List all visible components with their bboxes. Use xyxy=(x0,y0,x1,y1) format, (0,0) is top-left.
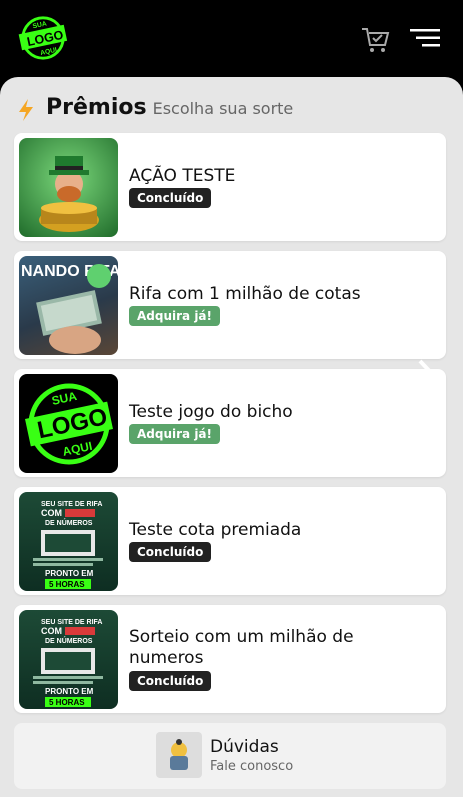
section-header: Prêmios Escolha sua sorte xyxy=(16,95,293,125)
section-subtitle: Escolha sua sorte xyxy=(152,99,294,118)
promo-image: SEU SITE DE RIFA COM DE NÚMEROS PRONTO E… xyxy=(33,501,103,589)
faq-card[interactable]: Dúvidas Fale conosco xyxy=(14,723,446,789)
raffle-card[interactable]: SUA LOGO AQUI Teste jogo do bicho Adquir… xyxy=(14,369,446,477)
svg-text:SUA: SUA xyxy=(50,389,78,408)
raffle-card[interactable]: SEU SITE DE RIFA COM DE NÚMEROS PRONTO E… xyxy=(14,605,446,713)
menu-icon[interactable] xyxy=(410,28,440,48)
svg-text:COM: COM xyxy=(41,508,62,518)
svg-text:PRONTO EM: PRONTO EM xyxy=(45,687,94,696)
svg-text:LOGO: LOGO xyxy=(26,28,65,49)
faq-title: Dúvidas xyxy=(210,737,279,757)
status-badge[interactable]: Adquira já! xyxy=(129,424,220,444)
money-hand-image: NANDO RIFAS xyxy=(21,263,118,354)
svg-text:SEU SITE DE RIFA: SEU SITE DE RIFA xyxy=(41,501,102,508)
logo-image: SUA LOGO AQUI xyxy=(25,383,113,465)
status-badge: Concluído xyxy=(129,542,212,562)
raffle-card[interactable]: NANDO RIFAS Rifa com 1 milhão de cotas A… xyxy=(14,251,446,359)
raffle-title: AÇÃO TESTE xyxy=(129,166,236,186)
raffle-card[interactable]: AÇÃO TESTE Concluído xyxy=(14,133,446,241)
raffle-thumbnail: SEU SITE DE RIFA COM DE NÚMEROS PRONTO E… xyxy=(19,610,118,709)
svg-text:LOGO: LOGO xyxy=(35,403,110,444)
svg-text:DE NÚMEROS: DE NÚMEROS xyxy=(45,518,93,527)
chevron-right-icon[interactable] xyxy=(414,355,444,405)
status-badge: Concluído xyxy=(129,671,212,691)
raffle-title: Teste jogo do bicho xyxy=(129,402,293,422)
raffle-card[interactable]: SEU SITE DE RIFA COM DE NÚMEROS PRONTO E… xyxy=(14,487,446,595)
cart-icon[interactable] xyxy=(360,24,390,54)
section-title: Prêmios xyxy=(46,95,147,120)
brand-logo[interactable]: SUA LOGO AQUI xyxy=(14,14,72,62)
svg-text:5 HORAS: 5 HORAS xyxy=(49,580,85,589)
support-icon xyxy=(156,732,202,778)
svg-text:COM: COM xyxy=(41,626,62,636)
top-header: SUA LOGO AQUI xyxy=(0,0,463,80)
leprechaun-image xyxy=(39,156,99,232)
lightning-icon xyxy=(19,99,33,121)
svg-text:SEU SITE DE RIFA: SEU SITE DE RIFA xyxy=(41,619,102,626)
svg-text:5 HORAS: 5 HORAS xyxy=(49,698,85,707)
status-badge[interactable]: Adquira já! xyxy=(129,306,220,326)
raffle-thumbnail: SEU SITE DE RIFA COM DE NÚMEROS PRONTO E… xyxy=(19,492,118,591)
raffle-thumbnail xyxy=(19,138,118,237)
svg-text:PRONTO EM: PRONTO EM xyxy=(45,569,94,578)
svg-text:DE NÚMEROS: DE NÚMEROS xyxy=(45,636,93,645)
raffle-thumbnail: NANDO RIFAS xyxy=(19,256,118,355)
raffle-title: Teste cota premiada xyxy=(129,520,302,540)
promo-image: SEU SITE DE RIFA COM DE NÚMEROS PRONTO E… xyxy=(33,619,103,707)
raffle-title: Sorteio com um milhão de numeros xyxy=(129,627,354,668)
faq-subtitle: Fale conosco xyxy=(210,759,294,774)
status-badge: Concluído xyxy=(129,188,212,208)
raffle-thumbnail: SUA LOGO AQUI xyxy=(19,374,118,473)
raffle-title: Rifa com 1 milhão de cotas xyxy=(129,284,361,304)
